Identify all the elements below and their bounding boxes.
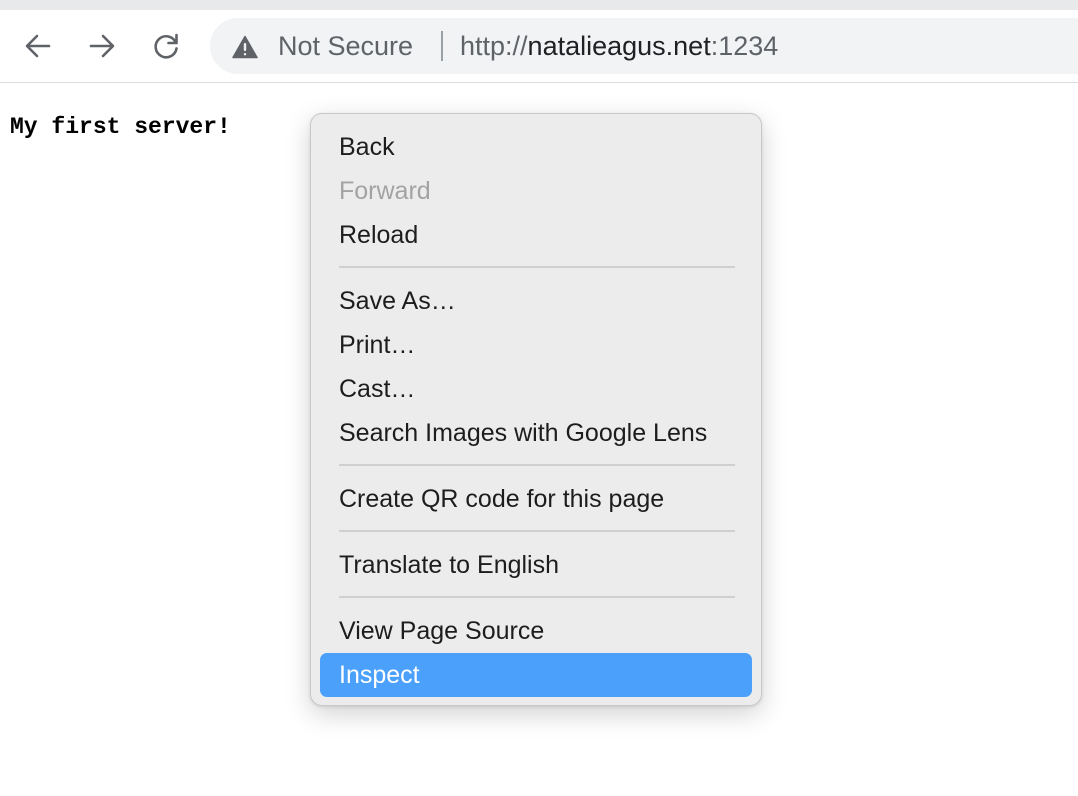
menu-separator xyxy=(339,530,735,532)
page-body-text: My first server! xyxy=(10,114,231,140)
omnibox-divider xyxy=(441,31,443,61)
security-status-label[interactable]: Not Secure xyxy=(278,31,413,61)
menu-item-inspect[interactable]: Inspect xyxy=(320,653,752,697)
menu-item-translate[interactable]: Translate to English xyxy=(320,543,752,587)
url-scheme: http:// xyxy=(460,31,528,61)
menu-item-forward: Forward xyxy=(339,177,431,205)
menu-item-save-as[interactable]: Save As… xyxy=(320,279,752,323)
reload-button[interactable] xyxy=(144,24,188,68)
menu-separator xyxy=(339,464,735,466)
menu-item-print[interactable]: Print… xyxy=(320,323,752,367)
url-text[interactable]: http://natalieagus.net:1234 xyxy=(460,31,778,61)
context-menu: Back Forward Reload Save As… Print… Cast… xyxy=(310,113,762,706)
menu-item-create-qr[interactable]: Create QR code for this page xyxy=(320,477,752,521)
back-button[interactable] xyxy=(16,24,60,68)
menu-item-google-lens[interactable]: Search Images with Google Lens xyxy=(320,411,752,455)
menu-item-reload[interactable]: Reload xyxy=(320,213,752,257)
menu-item-view-source[interactable]: View Page Source xyxy=(320,609,752,653)
menu-separator xyxy=(339,596,735,598)
arrow-right-icon xyxy=(89,34,115,58)
address-bar[interactable]: Not Secure http://natalieagus.net:1234 xyxy=(210,18,1078,74)
url-host: natalieagus.net xyxy=(527,31,711,61)
menu-separator xyxy=(339,266,735,268)
reload-icon xyxy=(154,33,178,59)
menu-item-cast[interactable]: Cast… xyxy=(320,367,752,411)
tab-strip xyxy=(0,0,1078,10)
warning-triangle-icon[interactable] xyxy=(232,35,258,59)
forward-button[interactable] xyxy=(80,24,124,68)
arrow-left-icon xyxy=(25,34,51,58)
url-port: :1234 xyxy=(710,31,779,61)
menu-item-back[interactable]: Back xyxy=(320,125,752,169)
browser-toolbar: Not Secure http://natalieagus.net:1234 xyxy=(0,10,1078,83)
